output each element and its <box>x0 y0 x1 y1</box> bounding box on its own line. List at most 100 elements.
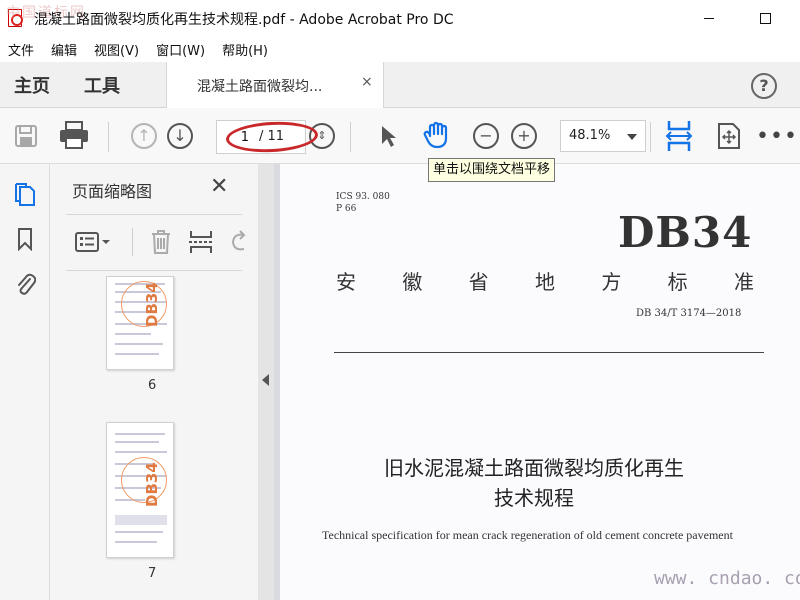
bookmarks-button[interactable] <box>12 226 38 252</box>
hand-tool-button[interactable] <box>420 118 454 152</box>
chevron-left-icon <box>262 374 269 386</box>
page-thumbnail[interactable]: DB34 <box>106 422 174 558</box>
tab-document-label: 混凝土路面微裂均... <box>197 79 323 95</box>
paperclip-icon <box>18 273 36 295</box>
stamp-text: DB34 <box>143 462 161 507</box>
doc-char: 省 <box>468 270 489 294</box>
document-view[interactable]: ICS 93. 080 P 66 DB34 安 徽 省 地 方 标 准 DB 3… <box>274 164 800 600</box>
main-toolbar: ↑ ↓ ⇕ − + ••• <box>0 108 800 164</box>
doc-char: 标 <box>667 270 688 294</box>
rotate-page-button[interactable] <box>226 228 246 256</box>
text-line <box>115 441 159 443</box>
text-line <box>115 333 151 335</box>
thumbnail-page-number: 7 <box>148 566 157 581</box>
divider <box>66 214 242 215</box>
zoom-dropdown[interactable]: 48.1% <box>560 120 646 152</box>
arrow-down-icon: ↓ <box>167 123 193 149</box>
print-button[interactable] <box>58 120 90 150</box>
attachments-button[interactable] <box>12 270 38 296</box>
thumbnail-tools <box>66 220 246 264</box>
menu-window[interactable]: 窗口(W) <box>156 40 205 59</box>
menu-edit[interactable]: 编辑 <box>51 40 77 59</box>
menu-bar: 文件 编辑 视图(V) 窗口(W) 帮助(H) <box>0 36 800 62</box>
rotate-icon <box>231 230 246 251</box>
select-tool-button[interactable] <box>376 122 402 150</box>
hand-tool-tooltip: 单击以围绕文档平移 <box>428 158 556 182</box>
text-line <box>115 343 163 345</box>
zoom-out-button[interactable]: − <box>472 122 500 150</box>
insert-page-button[interactable] <box>186 228 216 256</box>
more-tools-icon[interactable]: ••• <box>756 122 797 150</box>
minimize-button[interactable] <box>686 0 732 36</box>
zoom-value: 48.1% <box>569 128 611 143</box>
window-title: 混凝土路面微裂均质化再生技术规程.pdf - Adobe Acrobat Pro… <box>34 12 454 28</box>
doc-char: 方 <box>601 270 622 294</box>
page-edge <box>274 164 280 600</box>
thumbnail-options-button[interactable] <box>74 230 114 254</box>
full-screen-button[interactable] <box>714 120 744 152</box>
doc-char: 安 <box>336 270 356 294</box>
close-panel-icon[interactable]: ✕ <box>210 174 228 199</box>
doc-province-line: 安 徽 省 地 方 标 准 <box>336 266 754 295</box>
full-screen-icon <box>718 123 740 149</box>
doc-title-cn-line1: 旧水泥混凝土路面微裂均质化再生 <box>384 456 684 480</box>
navigation-rail <box>0 164 50 600</box>
text-line <box>115 531 163 533</box>
next-page-button[interactable]: ↓ <box>166 122 194 150</box>
trash-icon <box>152 230 170 254</box>
doc-title-cn-line2: 技术规程 <box>494 486 574 510</box>
doc-char: 徽 <box>402 270 423 294</box>
thumbnail-page-number: 6 <box>148 378 157 393</box>
plus-circle-icon: + <box>511 123 537 149</box>
tab-close-icon[interactable]: × <box>361 74 373 90</box>
delete-page-button[interactable] <box>148 228 174 256</box>
help-icon[interactable]: ? <box>751 73 777 99</box>
text-line <box>115 353 159 355</box>
text-line <box>115 451 167 453</box>
doc-standard-code: DB 34/T 3174—2018 <box>636 308 742 319</box>
bookmark-icon <box>18 228 32 251</box>
fit-width-icon <box>665 121 693 151</box>
doc-db-title: DB34 <box>618 208 753 257</box>
maximize-icon <box>759 12 771 24</box>
fit-width-button[interactable] <box>664 118 694 154</box>
toolbar-separator <box>350 122 351 152</box>
minus-circle-icon: − <box>473 123 499 149</box>
page-thumbnails-button[interactable] <box>12 182 38 208</box>
menu-view[interactable]: 视图(V) <box>94 40 139 59</box>
page-thumbnails-panel: 页面缩略图 ✕ DB34 6 DB34 7 <box>50 164 300 600</box>
menu-help[interactable]: 帮助(H) <box>222 40 268 59</box>
doc-char: 地 <box>534 270 555 294</box>
zoom-in-button[interactable]: + <box>510 122 538 150</box>
toolbar-separator <box>108 122 109 152</box>
tab-home[interactable]: 主页 <box>14 72 50 98</box>
previous-page-button[interactable]: ↑ <box>130 122 158 150</box>
save-icon <box>15 125 37 147</box>
table-block <box>115 515 167 525</box>
text-line <box>115 541 157 543</box>
tab-document[interactable]: 混凝土路面微裂均... × <box>166 62 384 108</box>
tab-tools[interactable]: 工具 <box>84 72 120 98</box>
list-options-icon <box>75 232 110 252</box>
divider <box>132 228 133 256</box>
save-button[interactable] <box>12 122 40 150</box>
toolbar-separator <box>650 122 651 152</box>
thumbnails-title: 页面缩略图 <box>72 182 153 201</box>
maximize-button[interactable] <box>742 0 788 36</box>
stamp-text: DB34 <box>143 282 161 327</box>
collapse-panel-handle[interactable] <box>258 164 274 600</box>
pages-icon <box>15 183 35 206</box>
tab-strip: 主页 工具 混凝土路面微裂均... × ? <box>0 62 800 108</box>
text-line <box>115 433 165 435</box>
divider <box>66 270 242 271</box>
doc-watermark: www. cndao. com <box>654 568 800 589</box>
chevron-down-icon <box>627 134 637 140</box>
doc-p: P 66 <box>336 204 357 214</box>
page-thumbnail[interactable]: DB34 <box>106 276 174 370</box>
doc-rule <box>334 352 764 353</box>
insert-page-icon <box>189 231 213 253</box>
pointer-icon <box>382 126 396 147</box>
menu-file[interactable]: 文件 <box>8 40 34 59</box>
doc-title-en: Technical specification for mean crack r… <box>322 528 733 542</box>
arrow-up-icon: ↑ <box>131 123 157 149</box>
